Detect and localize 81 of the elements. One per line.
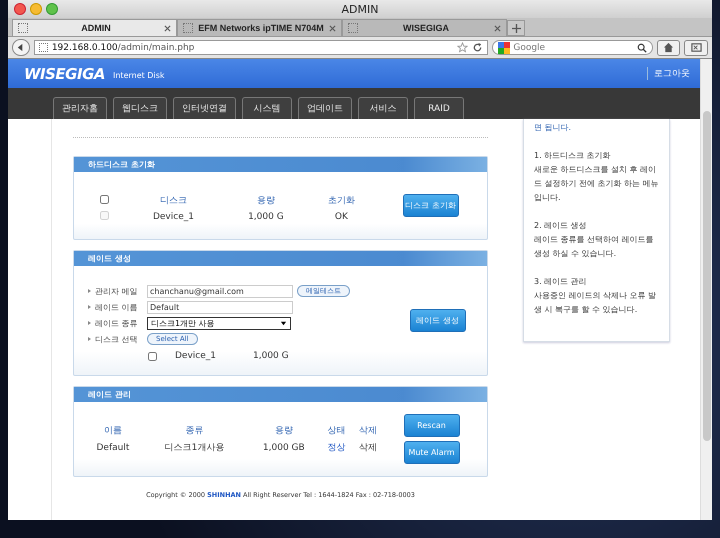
column-header: 용량 — [274, 426, 293, 436]
nav-tab[interactable]: 인터넷연결 — [173, 97, 236, 119]
column-header: 상태 — [327, 426, 346, 436]
plus-icon — [512, 24, 520, 32]
help-text: 면 됩니다. — [534, 122, 572, 134]
bullet-icon — [88, 337, 91, 341]
email-field[interactable]: chanchanu@gmail.com — [147, 284, 293, 298]
page-icon — [38, 43, 48, 52]
close-icon[interactable] — [329, 24, 336, 32]
raid-name-field[interactable]: Default — [147, 300, 293, 314]
close-icon[interactable] — [164, 24, 171, 32]
star-icon[interactable] — [457, 42, 468, 53]
new-tab-button[interactable] — [507, 20, 525, 36]
table-cell: 1,000 G — [248, 212, 284, 222]
nav-tab[interactable]: RAID — [414, 97, 464, 119]
help-heading: 1. 하드디스크 초기화 — [534, 150, 612, 162]
table-cell: 디스크1개사용 — [164, 443, 224, 453]
bullet-icon — [88, 321, 91, 325]
logo[interactable]: WISEGIGA — [24, 64, 105, 82]
column-header: 용량 — [256, 196, 275, 206]
close-icon[interactable] — [494, 24, 501, 32]
window-title: ADMIN — [340, 2, 380, 16]
help-text: 새로운 하드디스크를 설치 후 레이드 설정하기 전에 초기화 하는 메뉴입니다. — [534, 164, 659, 204]
back-arrow-icon — [16, 43, 26, 52]
browser-tab[interactable]: WISEGIGA — [342, 19, 507, 36]
window-icon — [690, 42, 702, 53]
table-cell: 삭제 — [359, 443, 378, 453]
page-icon — [183, 23, 193, 33]
field-label: 레이드 종류 — [95, 318, 139, 328]
browser-tab[interactable]: ADMIN — [12, 19, 177, 36]
column-header: 초기화 — [328, 196, 355, 206]
dropdown-arrow-icon — [280, 320, 287, 326]
column-header: 이름 — [104, 426, 122, 436]
bullet-icon — [88, 289, 91, 293]
nav-tab[interactable]: 웹디스크 — [113, 97, 167, 119]
scrollbar[interactable] — [700, 59, 712, 520]
bullet-icon — [88, 305, 91, 309]
home-icon — [662, 42, 674, 53]
disk-checkbox[interactable] — [148, 352, 157, 360]
back-button[interactable] — [12, 39, 30, 56]
zoom-icon[interactable] — [46, 3, 58, 15]
logout-link[interactable]: 로그아웃 — [647, 67, 690, 80]
nav-tab[interactable]: 서비스 — [358, 97, 408, 119]
table-cell: OK — [334, 212, 348, 222]
status-text: 정상 — [327, 443, 346, 453]
select-all-checkbox[interactable] — [100, 194, 108, 204]
field-label: 레이드 이름 — [95, 302, 139, 312]
nav-tab[interactable]: 관리자홈 — [53, 97, 107, 119]
page-icon — [348, 23, 358, 33]
help-heading: 2. 레이드 생성 — [534, 220, 588, 232]
home-button[interactable] — [656, 40, 680, 56]
url-text: 192.168.0.100/admin/main.php — [52, 42, 196, 52]
field-label: 디스크 선택 — [95, 334, 139, 344]
nav-tab[interactable]: 시스템 — [242, 97, 292, 119]
table-cell: Device_1 — [152, 212, 194, 222]
search-field[interactable]: Google — [492, 40, 653, 55]
panel-title: 레이드 생성 — [88, 253, 131, 264]
column-header: 종류 — [185, 426, 204, 436]
reload-icon[interactable] — [472, 42, 484, 53]
help-text: 레이드 종류를 선택하여 레이드를 생성 하실 수 있습니다. — [534, 234, 655, 260]
browser-tab[interactable]: EFM Networks ipTIME N704M — [177, 19, 342, 36]
disk-size: 1,000 G — [253, 351, 289, 361]
nav-tab[interactable]: 업데이트 — [298, 97, 352, 119]
field-label: 관리자 메일 — [95, 286, 139, 296]
bookmarks-button[interactable] — [684, 40, 708, 56]
google-logo-icon — [498, 42, 510, 54]
table-cell: Default — [96, 442, 130, 452]
help-text: 사용중인 레이드의 삭제나 오류 발생 시 복구를 할 수 있습니다. — [534, 290, 658, 316]
panel-title: 하드디스크 초기화 — [88, 159, 155, 170]
help-heading: 3. 레이드 관리 — [534, 276, 588, 288]
column-header: 삭제 — [359, 426, 378, 436]
address-field[interactable]: 192.168.0.100/admin/main.php — [34, 40, 488, 55]
column-header: 디스크 — [160, 196, 187, 206]
raid-type-dropdown[interactable]: 디스크1개만 사용 — [147, 316, 291, 330]
page-icon — [18, 23, 28, 33]
search-icon[interactable] — [636, 42, 647, 52]
close-icon[interactable] — [14, 3, 26, 15]
table-cell: 1,000 GB — [262, 442, 305, 452]
disk-name: Device_1 — [175, 351, 218, 361]
panel-title: 레이드 관리 — [88, 389, 131, 400]
logo-subtitle: Internet Disk — [113, 70, 164, 80]
